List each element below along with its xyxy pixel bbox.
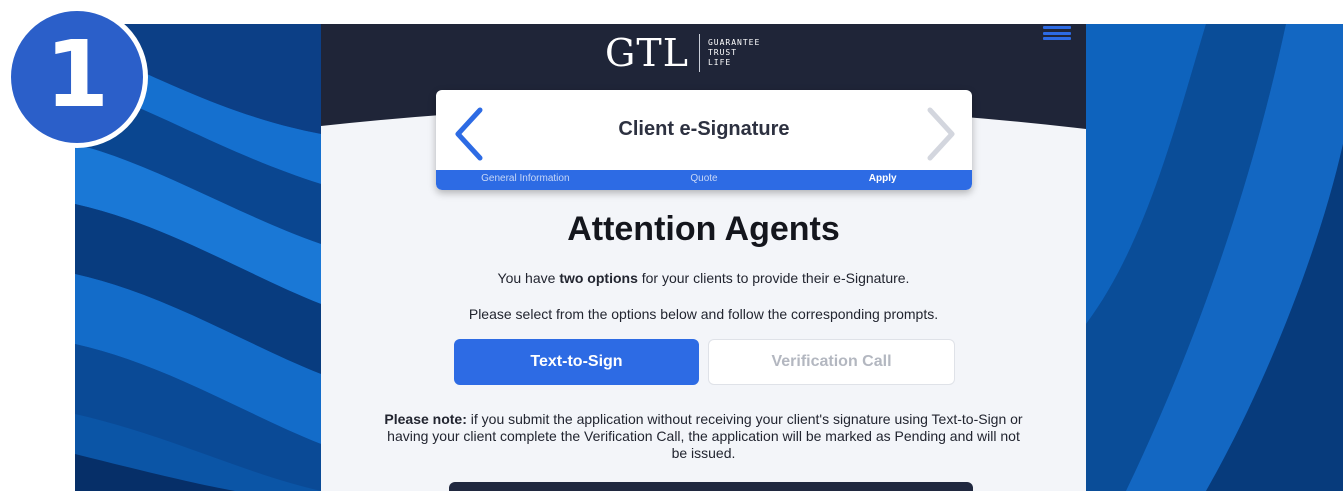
menu-line [1043, 31, 1071, 35]
wave-background-right [1086, 24, 1343, 491]
options-intro-text: You have two options for your clients to… [321, 270, 1086, 286]
gtl-logo[interactable]: GTL GUARANTEE TRUST LIFE [605, 30, 760, 76]
logo-divider [698, 34, 700, 72]
verification-call-button[interactable]: Verification Call [708, 339, 955, 385]
menu-line [1043, 37, 1071, 40]
hamburger-menu-icon[interactable] [1043, 26, 1071, 40]
menu-line [1043, 26, 1071, 29]
dark-panel-partial [449, 482, 973, 491]
step-progress-bar: General Information Quote Apply [436, 170, 972, 190]
logo-word: GUARANTEE [707, 38, 761, 47]
intro-suffix: for your clients to provide their e-Sign… [637, 270, 910, 286]
logo-word: LIFE [707, 58, 732, 67]
logo-mark: GTL [605, 31, 689, 75]
step-quote[interactable]: Quote [615, 170, 794, 190]
step-number: 1 [44, 21, 109, 128]
options-instruction-text: Please select from the options below and… [468, 306, 939, 322]
chevron-right-icon[interactable] [920, 104, 960, 164]
step-number-badge: 1 [6, 6, 148, 148]
logo-word: TRUST [707, 48, 738, 57]
pending-note: Please note: if you submit the applicati… [381, 411, 1026, 462]
text-to-sign-button[interactable]: Text-to-Sign [454, 339, 699, 385]
nav-card: Client e-Signature General Information Q… [436, 90, 972, 190]
step-general-information[interactable]: General Information [436, 170, 615, 190]
note-label: Please note: [384, 411, 467, 427]
nav-title: Client e-Signature [618, 118, 790, 140]
logo-words: GUARANTEE TRUST LIFE [708, 38, 760, 68]
page-heading: Attention Agents [567, 210, 840, 248]
app-panel: GTL GUARANTEE TRUST LIFE Client e-Signat… [321, 24, 1086, 491]
intro-bold: two options [559, 270, 638, 286]
step-apply[interactable]: Apply [793, 170, 972, 190]
note-text: if you submit the application without re… [387, 411, 1023, 461]
intro-prefix: You have [497, 270, 560, 286]
